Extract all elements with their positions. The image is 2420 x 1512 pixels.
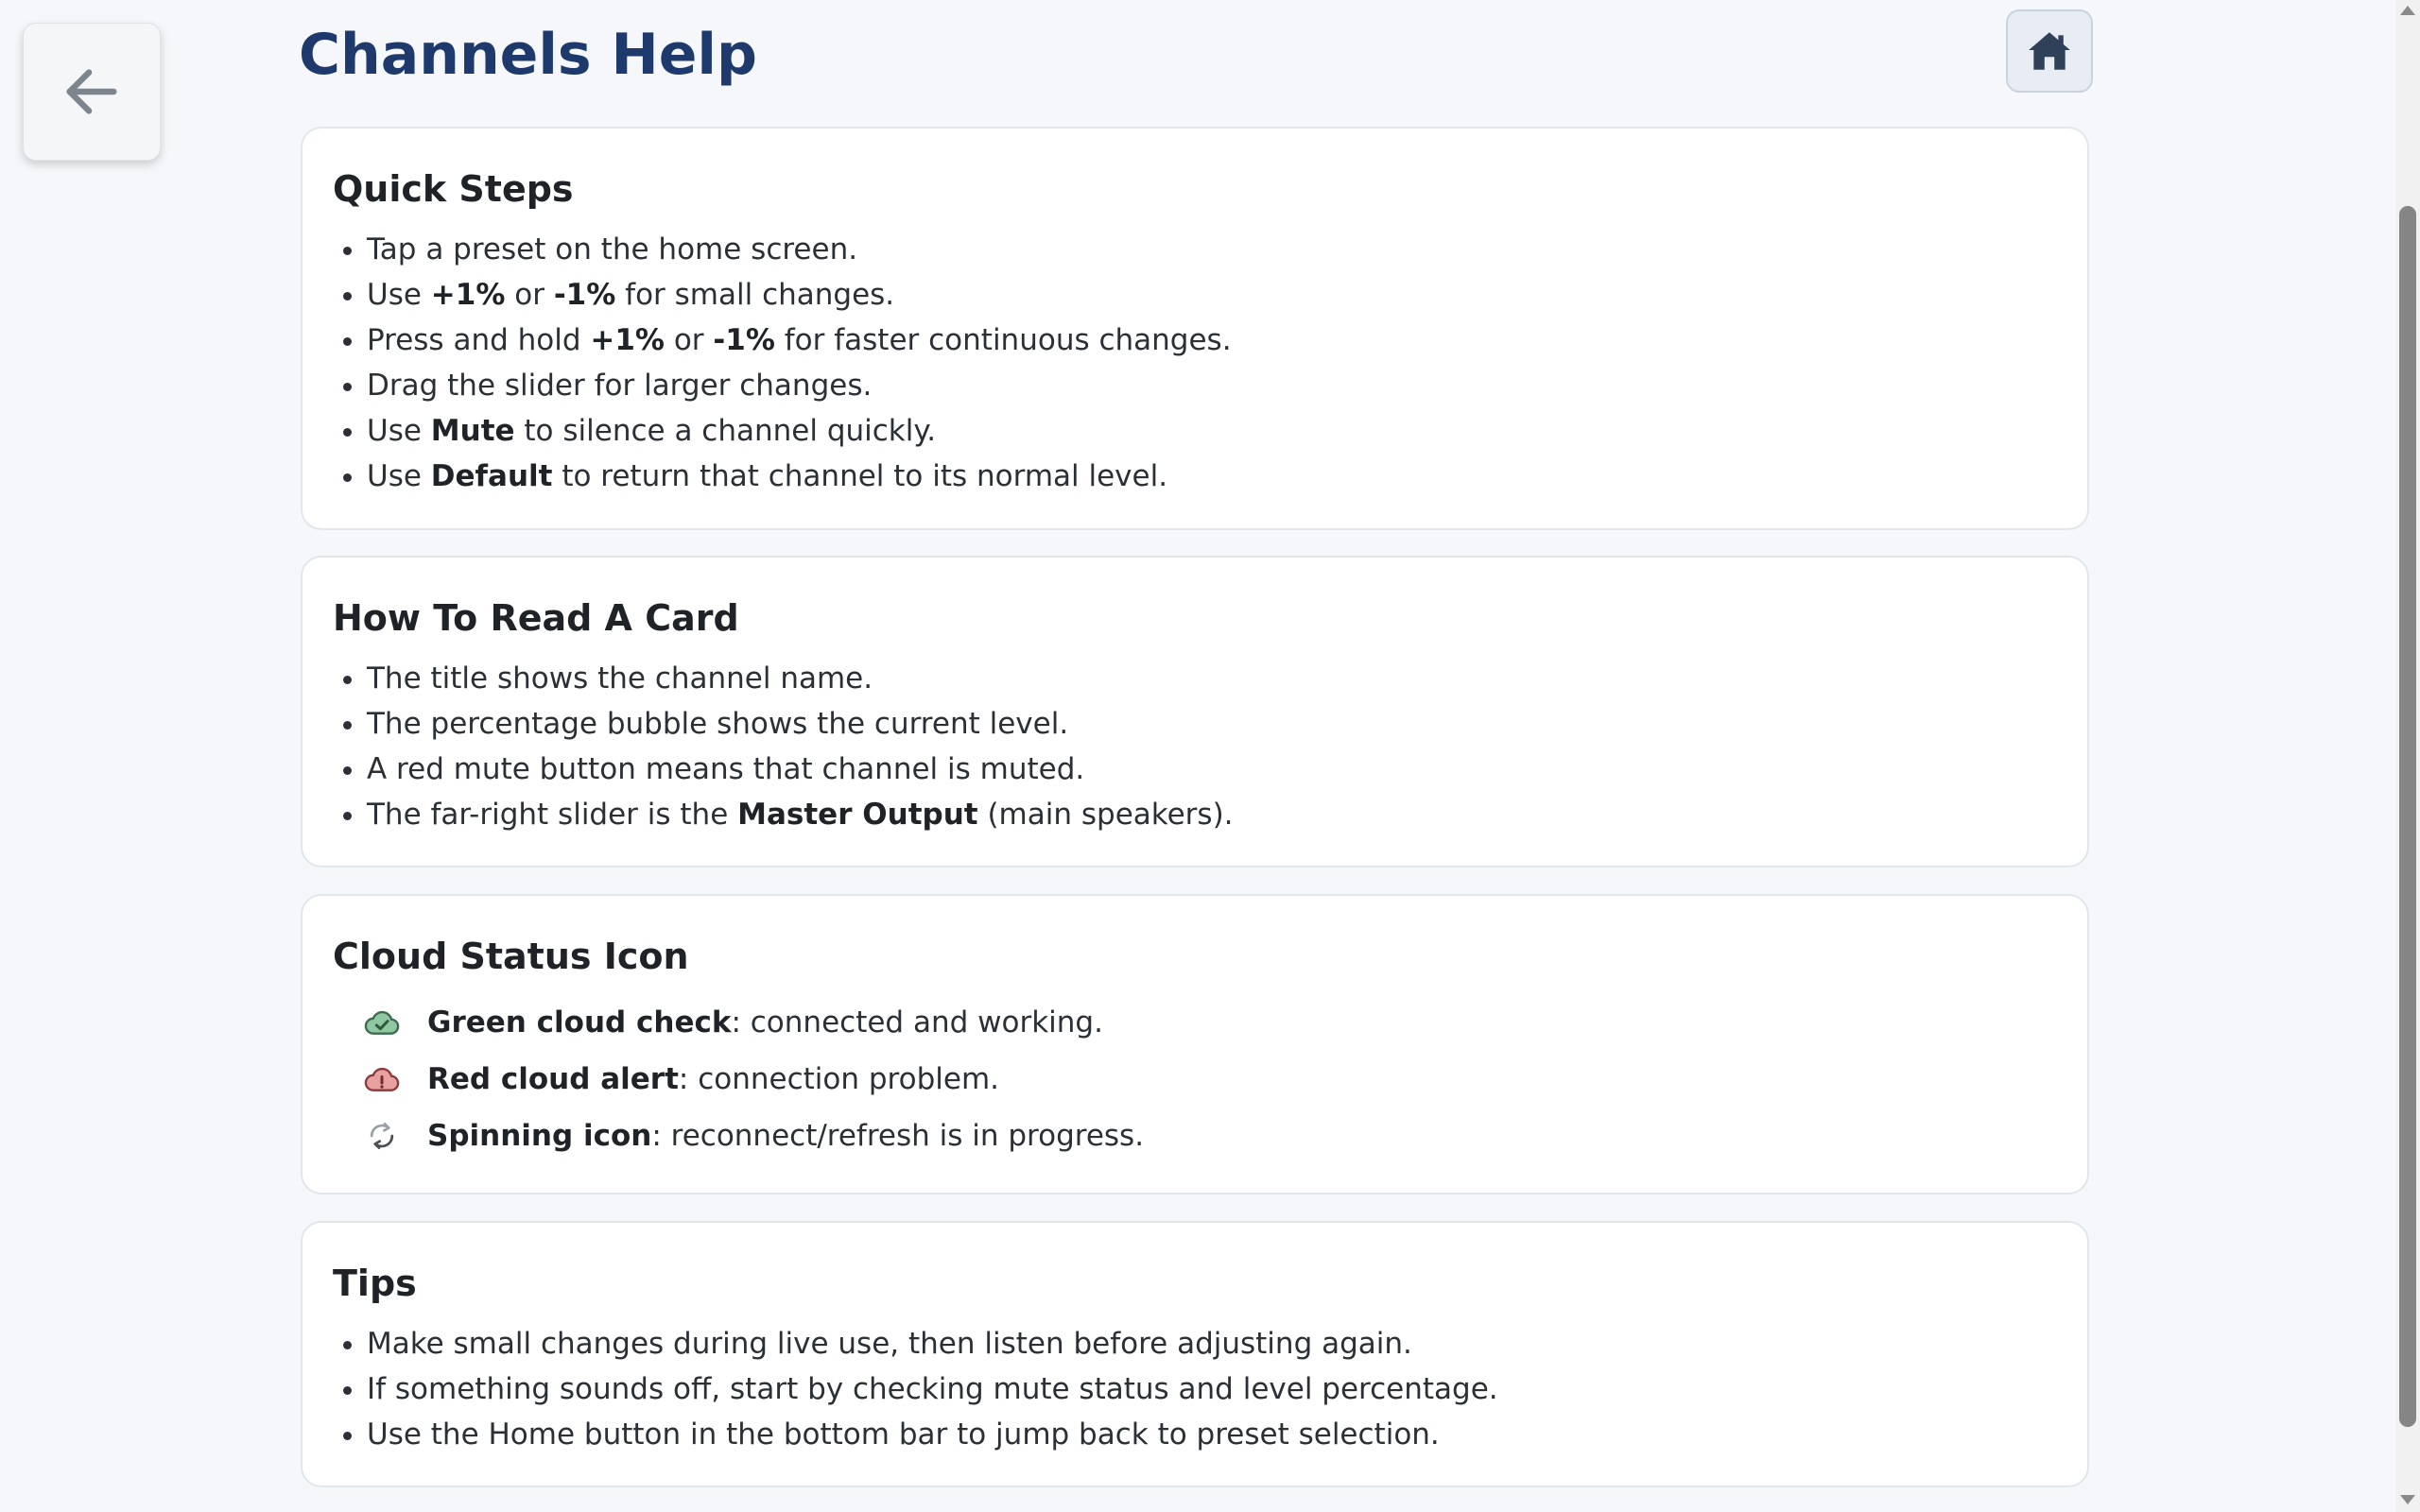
list-item: Use the Home button in the bottom bar to… <box>367 1412 2057 1457</box>
list-item: A red mute button means that channel is … <box>367 747 2057 792</box>
card-heading: Quick Steps <box>333 168 574 210</box>
back-button[interactable] <box>23 23 161 161</box>
page-title: Channels Help <box>299 22 757 88</box>
list-item: Drag the slider for larger changes. <box>367 363 2057 408</box>
scroll-up-arrow[interactable] <box>2400 6 2415 15</box>
list-item: The title shows the channel name. <box>367 656 2057 701</box>
list-item: Use Default to return that channel to it… <box>367 454 2057 499</box>
list-item: If something sounds off, start by checki… <box>367 1366 2057 1412</box>
tips-list: Make small changes during live use, then… <box>333 1321 2057 1457</box>
read-card-list: The title shows the channel name. The pe… <box>333 656 2057 837</box>
cloud-alert-icon <box>361 1058 403 1100</box>
tips-card: Tips Make small changes during live use,… <box>301 1221 2089 1487</box>
status-row-problem: Red cloud alert: connection problem. <box>333 1051 2057 1108</box>
status-row-refreshing: Spinning icon: reconnect/refresh is in p… <box>333 1108 2057 1164</box>
home-button[interactable] <box>2006 9 2093 93</box>
list-item: Tap a preset on the home screen. <box>367 227 2057 272</box>
card-heading: Tips <box>333 1263 417 1304</box>
list-item: The far-right slider is the Master Outpu… <box>367 792 2057 837</box>
read-card-card: How To Read A Card The title shows the c… <box>301 556 2089 868</box>
card-heading: How To Read A Card <box>333 597 739 639</box>
status-row-connected: Green cloud check: connected and working… <box>333 994 2057 1051</box>
quick-steps-list: Tap a preset on the home screen. Use +1%… <box>333 227 2057 499</box>
list-item: Press and hold +1% or -1% for faster con… <box>367 318 2057 363</box>
cloud-status-card: Cloud Status Icon Green cloud check: con… <box>301 894 2089 1194</box>
card-heading: Cloud Status Icon <box>333 936 689 977</box>
cloud-check-icon <box>361 1002 403 1043</box>
list-item: Use Mute to silence a channel quickly. <box>367 408 2057 454</box>
help-page: Channels Help Quick Steps Tap a preset o… <box>0 0 2420 1512</box>
list-item: Use +1% or -1% for small changes. <box>367 272 2057 318</box>
list-item: Make small changes during live use, then… <box>367 1321 2057 1366</box>
scroll-down-arrow[interactable] <box>2400 1495 2415 1504</box>
home-icon <box>2029 32 2070 70</box>
arrow-left-icon <box>66 69 117 114</box>
scrollbar-thumb[interactable] <box>2399 206 2416 1427</box>
quick-steps-card: Quick Steps Tap a preset on the home scr… <box>301 127 2089 530</box>
refresh-spin-icon <box>361 1115 403 1157</box>
list-item: The percentage bubble shows the current … <box>367 701 2057 747</box>
